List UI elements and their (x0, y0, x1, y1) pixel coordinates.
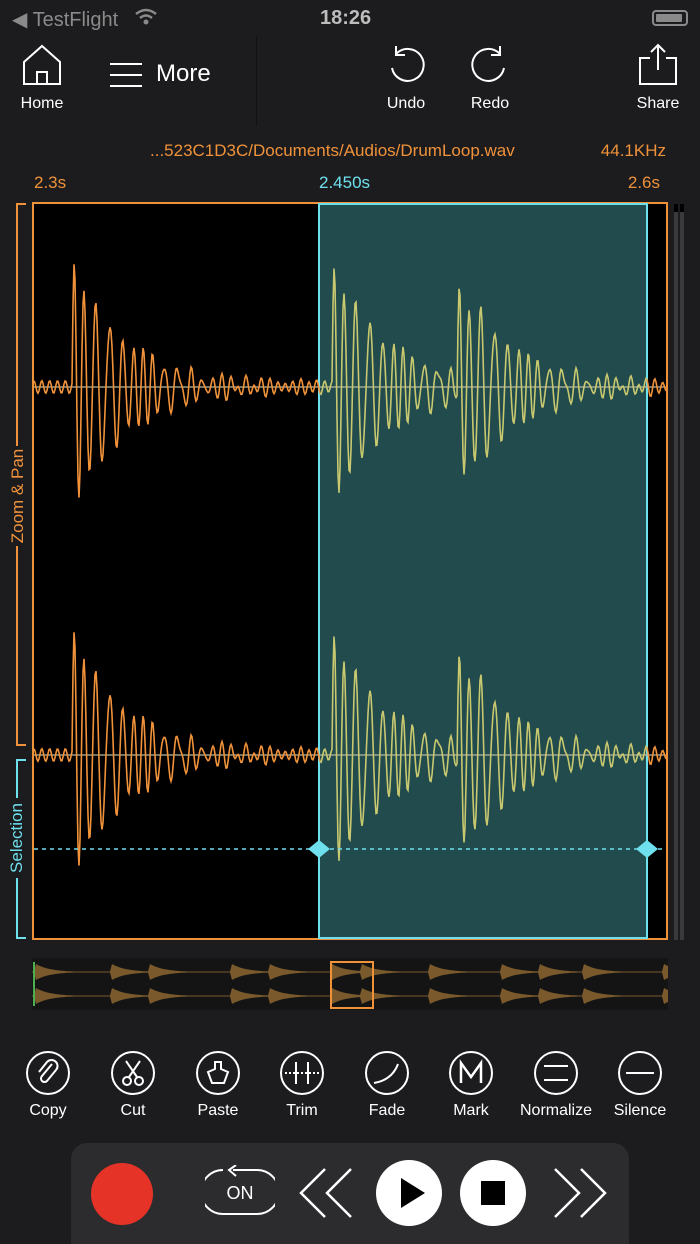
fade-label: Fade (368, 1102, 406, 1119)
record-button[interactable] (90, 1162, 154, 1226)
undo-button[interactable]: Undo (384, 42, 428, 113)
overview-strip[interactable] (32, 958, 668, 1010)
paste-button[interactable]: Paste (173, 1050, 263, 1120)
edit-actions: Copy Cut Paste Trim Fade Mark Normalize … (0, 1045, 700, 1125)
rewind-icon (299, 1168, 352, 1218)
normalize-icon (534, 1051, 578, 1095)
stop-icon (481, 1181, 505, 1205)
rewind-button[interactable] (297, 1165, 357, 1221)
undo-icon (391, 46, 425, 82)
trim-button[interactable]: Trim (257, 1050, 347, 1120)
cut-label: Cut (120, 1102, 146, 1119)
timeline-end: 2.6s (627, 173, 660, 192)
loop-toggle[interactable]: ON (205, 1165, 275, 1221)
share-icon (639, 43, 677, 85)
share-button[interactable]: Share (636, 42, 680, 113)
fast-forward-icon (554, 1168, 607, 1218)
record-icon (91, 1163, 153, 1225)
fast-forward-button[interactable] (549, 1165, 609, 1221)
waveform-editor[interactable] (32, 202, 668, 942)
redo-icon (471, 46, 505, 82)
selection-label[interactable]: Selection (7, 798, 27, 878)
loop-label: ON (226, 1183, 254, 1203)
redo-label: Redo (470, 95, 510, 112)
scissors-icon (111, 1051, 155, 1095)
mark-button[interactable]: Mark (426, 1050, 516, 1120)
paste-label: Paste (197, 1102, 239, 1119)
timeline-cursor: 2.450s (319, 173, 371, 192)
sample-rate: 44.1KHz (600, 141, 666, 160)
play-button[interactable] (376, 1160, 442, 1226)
fade-button[interactable]: Fade (342, 1050, 432, 1120)
more-menu-button[interactable]: More (108, 60, 211, 89)
status-bar: ◀ TestFlight 18:26 (0, 0, 700, 36)
toolbar-divider (256, 36, 257, 126)
copy-button[interactable]: Copy (3, 1050, 93, 1120)
trim-icon (280, 1051, 324, 1095)
back-app-label: TestFlight (32, 9, 119, 31)
mark-icon (449, 1051, 493, 1095)
cut-button[interactable]: Cut (88, 1050, 178, 1120)
level-meter (674, 204, 686, 940)
battery-icon (652, 10, 688, 26)
wifi-icon (135, 8, 157, 25)
redo-button[interactable]: Redo (468, 42, 512, 113)
paste-icon (196, 1051, 240, 1095)
trim-label: Trim (286, 1102, 318, 1119)
more-label: More (156, 60, 211, 87)
zoom-pan-label[interactable]: Zoom & Pan (8, 446, 28, 546)
undo-label: Undo (386, 95, 426, 112)
silence-button[interactable]: Silence (595, 1050, 685, 1120)
mark-label: Mark (453, 1102, 489, 1119)
clock: 18:26 (320, 7, 372, 29)
stop-button[interactable] (460, 1160, 526, 1226)
normalize-label: Normalize (519, 1102, 592, 1119)
hamburger-icon (110, 62, 142, 87)
transport-bar: ON (71, 1143, 629, 1244)
paperclip-icon (26, 1051, 70, 1095)
fade-curve-icon (365, 1051, 409, 1095)
file-path: ...523C1D3C/Documents/Audios/DrumLoop.wa… (150, 141, 515, 160)
share-label: Share (636, 95, 680, 112)
copy-label: Copy (29, 1102, 67, 1119)
silence-label: Silence (613, 1102, 667, 1119)
normalize-button[interactable]: Normalize (511, 1050, 601, 1120)
selection-region (318, 203, 648, 939)
top-toolbar: Home More Undo Redo Share (0, 36, 700, 126)
silence-icon (618, 1051, 662, 1095)
